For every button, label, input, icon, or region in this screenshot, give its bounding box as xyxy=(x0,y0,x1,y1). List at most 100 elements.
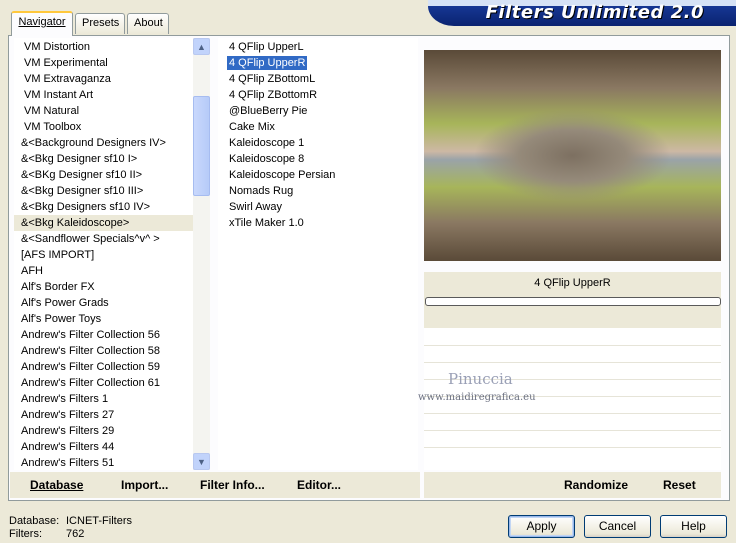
category-item[interactable]: Andrew's Filters 51 xyxy=(14,455,210,470)
category-label: &<BKg Designer sf10 II> xyxy=(21,169,143,181)
filter-item[interactable]: Kaleidoscope Persian xyxy=(229,167,418,183)
tab-about[interactable]: About xyxy=(127,13,169,34)
tab-presets[interactable]: Presets xyxy=(75,13,125,34)
category-item[interactable]: &<Background Designers IV> xyxy=(14,135,210,151)
filter-label: 4 QFlip ZBottomR xyxy=(229,89,318,101)
category-item[interactable]: Andrew's Filter Collection 61 xyxy=(14,375,210,391)
scroll-down-icon[interactable]: ▼ xyxy=(193,453,210,470)
category-label: &<Bkg Designers sf10 IV> xyxy=(21,201,151,213)
category-item[interactable]: VM Experimental xyxy=(14,55,210,71)
category-scrollbar[interactable]: ▲ ▼ xyxy=(193,38,210,470)
filter-item[interactable]: 4 QFlip ZBottomL xyxy=(229,71,418,87)
category-item[interactable]: &<Sandflower Specials^v^ > xyxy=(14,231,210,247)
category-label: AFH xyxy=(21,265,43,277)
category-item[interactable]: Andrew's Filters 29 xyxy=(14,423,210,439)
category-item[interactable]: VM Extravaganza xyxy=(14,71,210,87)
category-label: Andrew's Filter Collection 58 xyxy=(21,345,161,357)
filter-item[interactable]: xTile Maker 1.0 xyxy=(229,215,418,231)
category-label: Alf's Power Grads xyxy=(21,297,109,309)
category-label: &<Bkg Designer sf10 I> xyxy=(21,153,138,165)
filter-label: Kaleidoscope 8 xyxy=(229,153,305,165)
category-label: Andrew's Filters 27 xyxy=(21,409,115,421)
filter-label: Cake Mix xyxy=(229,121,275,133)
help-label: Help xyxy=(681,519,706,533)
reset-button[interactable]: Reset xyxy=(663,478,696,492)
randomize-button[interactable]: Randomize xyxy=(564,478,628,492)
category-label: &<Bkg Kaleidoscope> xyxy=(21,217,130,229)
filters-count-label: Filters: xyxy=(9,528,42,540)
category-label: VM Extravaganza xyxy=(24,73,111,85)
category-label: &<Sandflower Specials^v^ > xyxy=(21,233,160,245)
category-item[interactable]: [AFS IMPORT] xyxy=(14,247,210,263)
apply-label: Apply xyxy=(526,519,557,533)
category-item[interactable]: Andrew's Filter Collection 56 xyxy=(14,327,210,343)
category-item[interactable]: &<BKg Designer sf10 II> xyxy=(14,167,210,183)
scroll-up-icon[interactable]: ▲ xyxy=(193,38,210,55)
watermark-name: Pinuccia xyxy=(448,370,513,388)
category-item[interactable]: Alf's Border FX xyxy=(14,279,210,295)
filter-item[interactable]: 4 QFlip UpperR xyxy=(227,55,418,71)
category-item[interactable]: VM Natural xyxy=(14,103,210,119)
category-item[interactable]: Alf's Power Toys xyxy=(14,311,210,327)
filter-label: @BlueBerry Pie xyxy=(229,105,308,117)
reset-label: Reset xyxy=(663,478,696,492)
category-item[interactable]: VM Instant Art xyxy=(14,87,210,103)
app-banner: Filters Unlimited 2.0 xyxy=(428,0,736,26)
category-item[interactable]: Andrew's Filters 27 xyxy=(14,407,210,423)
import-label: Import... xyxy=(121,478,169,492)
divider xyxy=(424,447,721,448)
filter-item[interactable]: 4 QFlip ZBottomR xyxy=(229,87,418,103)
category-label: VM Experimental xyxy=(24,57,108,69)
category-item[interactable]: Alf's Power Grads xyxy=(14,295,210,311)
filter-label: Kaleidoscope 1 xyxy=(229,137,305,149)
filter-info-button[interactable]: Filter Info... xyxy=(200,478,265,492)
category-label: VM Natural xyxy=(24,105,80,117)
category-item[interactable]: Andrew's Filter Collection 58 xyxy=(14,343,210,359)
filters-count-value: 762 xyxy=(66,528,85,540)
cancel-button[interactable]: Cancel xyxy=(584,515,651,538)
filter-label: Nomads Rug xyxy=(229,185,294,197)
watermark-url: www.maidiregrafica.eu xyxy=(418,392,536,403)
filter-list[interactable]: 4 QFlip UpperL 4 QFlip UpperR 4 QFlip ZBot… xyxy=(218,38,418,470)
tab-presets-label: Presets xyxy=(82,17,120,29)
filter-item[interactable]: Cake Mix xyxy=(229,119,418,135)
filter-item[interactable]: Swirl Away xyxy=(229,199,418,215)
category-list[interactable]: VM Distortion VM Experimental VM Extravaga… xyxy=(14,38,210,470)
category-item[interactable]: Andrew's Filters 44 xyxy=(14,439,210,455)
filter-item[interactable]: Kaleidoscope 8 xyxy=(229,151,418,167)
category-label: Andrew's Filters 1 xyxy=(21,393,109,405)
tab-about-label: About xyxy=(134,17,163,29)
category-item[interactable]: Andrew's Filter Collection 59 xyxy=(14,359,210,375)
category-item[interactable]: VM Toolbox xyxy=(14,119,210,135)
database-button[interactable]: Database xyxy=(30,478,83,492)
category-item[interactable]: VM Distortion xyxy=(14,39,210,55)
tab-navigator-label: Navigator xyxy=(18,16,66,28)
filter-item[interactable]: Kaleidoscope 1 xyxy=(229,135,418,151)
scroll-thumb[interactable] xyxy=(193,96,210,196)
filter-item[interactable]: @BlueBerry Pie xyxy=(229,103,418,119)
category-item[interactable]: &<Bkg Designers sf10 IV> xyxy=(14,199,210,215)
filter-item[interactable]: Nomads Rug xyxy=(229,183,418,199)
category-item[interactable]: AFH xyxy=(14,263,210,279)
app-title: Filters Unlimited 2.0 xyxy=(485,2,704,23)
category-label: Andrew's Filter Collection 56 xyxy=(21,329,161,341)
divider xyxy=(424,430,721,431)
filter-item[interactable]: 4 QFlip UpperL xyxy=(229,39,418,55)
import-button[interactable]: Import... xyxy=(121,478,168,492)
category-item[interactable]: Andrew's Filters 1 xyxy=(14,391,210,407)
category-item[interactable]: &<Bkg Designer sf10 I> xyxy=(14,151,210,167)
category-label: Andrew's Filter Collection 59 xyxy=(21,361,161,373)
tab-navigator[interactable]: Navigator xyxy=(11,11,73,36)
database-status-value: ICNET-Filters xyxy=(66,515,132,527)
category-item[interactable]: &<Bkg Kaleidoscope> xyxy=(14,215,210,231)
category-item[interactable]: &<Bkg Designer sf10 III> xyxy=(14,183,210,199)
category-label: [AFS IMPORT] xyxy=(21,249,95,261)
divider xyxy=(424,362,721,363)
category-label: Andrew's Filter Collection 61 xyxy=(21,377,161,389)
category-label: VM Toolbox xyxy=(24,121,82,133)
apply-button[interactable]: Apply xyxy=(508,515,575,538)
editor-button[interactable]: Editor... xyxy=(297,478,341,492)
category-label: &<Background Designers IV> xyxy=(21,137,166,149)
cancel-label: Cancel xyxy=(598,519,637,533)
help-button[interactable]: Help xyxy=(660,515,727,538)
